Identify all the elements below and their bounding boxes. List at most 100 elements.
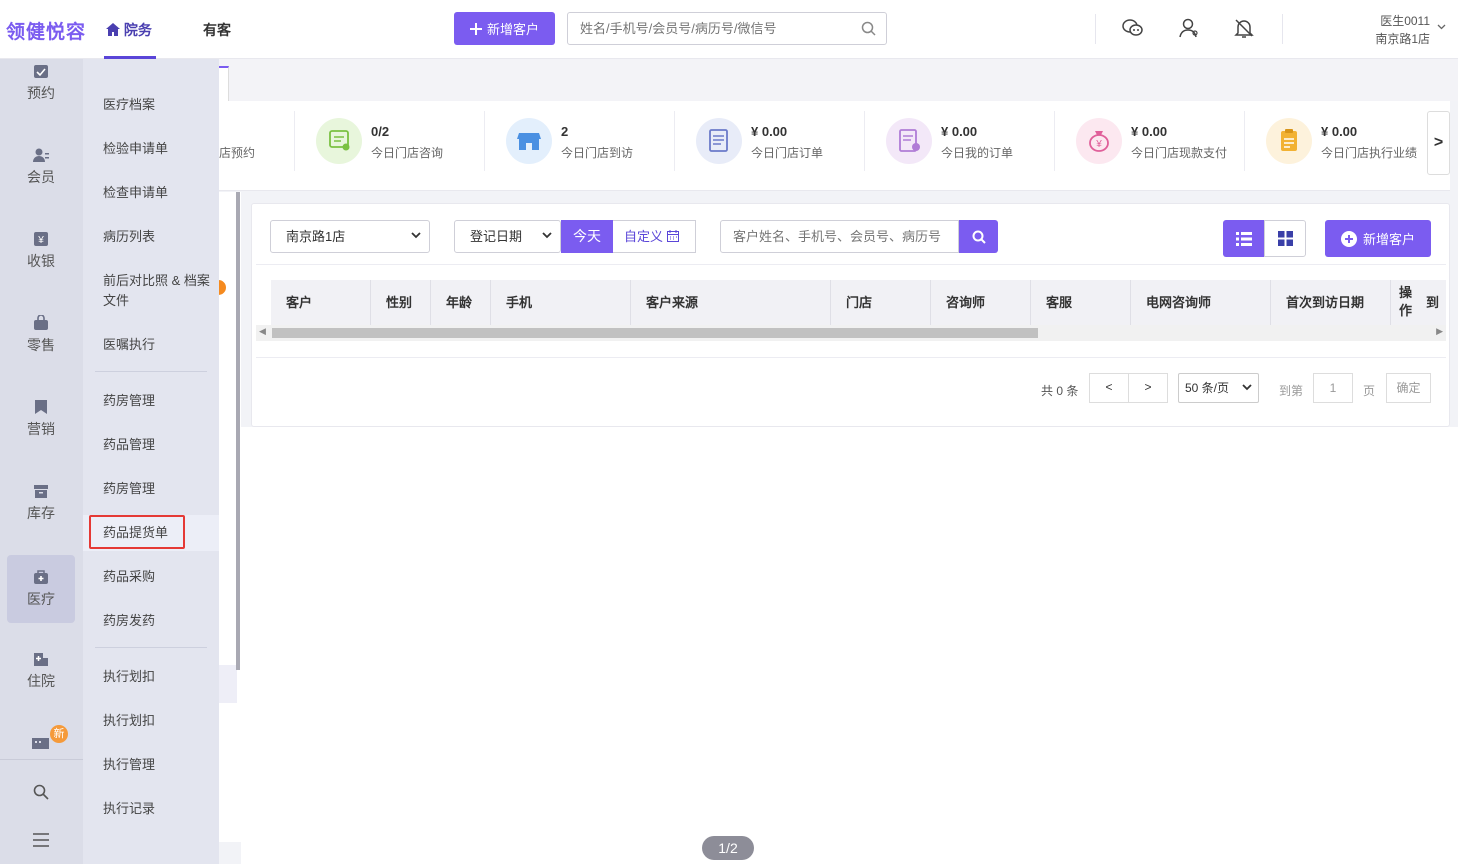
- column-header-gender[interactable]: 性别: [371, 280, 431, 325]
- divider: [1244, 111, 1245, 171]
- submenu-item-deduction-2[interactable]: 执行划扣: [103, 711, 213, 731]
- submenu-item-photo-compare[interactable]: 前后对比照 & 档案文件: [103, 271, 211, 311]
- sidebar-item-marketing[interactable]: 营销: [7, 393, 75, 461]
- column-header-online-consultant[interactable]: 电网咨询师: [1131, 280, 1271, 325]
- grid-icon: [1277, 231, 1293, 246]
- scroll-left-icon[interactable]: ◀: [259, 326, 266, 337]
- stat-card-visits[interactable]: 2 今日门店到访: [506, 101, 676, 191]
- divider: [294, 111, 295, 171]
- chevron-down-icon[interactable]: [1437, 24, 1446, 30]
- active-tab[interactable]: [219, 66, 229, 101]
- sidebar-item-medical[interactable]: 医疗: [7, 555, 75, 623]
- nav-tab-yuanwu[interactable]: 院务: [106, 20, 152, 40]
- column-header-customer[interactable]: 客户: [271, 280, 371, 325]
- scroll-right-icon[interactable]: ▶: [1436, 326, 1443, 337]
- search-icon[interactable]: [33, 784, 49, 800]
- submenu-item-execution-log[interactable]: 执行记录: [103, 799, 213, 819]
- scrollbar-thumb[interactable]: [272, 328, 1038, 338]
- vertical-scrollbar[interactable]: [236, 192, 240, 670]
- stat-card-store-orders[interactable]: ¥ 0.00 今日门店订单: [696, 101, 866, 191]
- stats-next-button[interactable]: >: [1427, 111, 1450, 175]
- svg-text:¥: ¥: [37, 235, 44, 246]
- stat-card-cash-payment[interactable]: ¥ ¥ 0.00 今日门店现款支付: [1076, 101, 1246, 191]
- nav-tab-label: 院务: [123, 22, 152, 38]
- sidebar-item-hospital[interactable]: 住院: [7, 645, 75, 713]
- user-menu[interactable]: 医生0011 南京路1店: [1360, 12, 1430, 48]
- submenu-item-deduction[interactable]: 执行划扣: [103, 667, 213, 687]
- wechat-icon[interactable]: [1122, 18, 1144, 38]
- page-number-input[interactable]: 1: [1313, 373, 1353, 403]
- next-page-button[interactable]: >: [1128, 373, 1168, 403]
- store-select[interactable]: 南京路1店: [270, 220, 430, 253]
- stat-card-execution[interactable]: ¥ 0.00 今日门店执行业绩: [1266, 101, 1446, 191]
- nav-tab-youke[interactable]: 有客: [203, 20, 231, 40]
- page-size-select[interactable]: 50 条/页: [1178, 373, 1259, 403]
- column-header-consultant[interactable]: 咨询师: [931, 280, 1031, 325]
- divider: [1282, 14, 1283, 44]
- medical-kit-icon: [34, 570, 48, 584]
- shop-icon[interactable]: [32, 735, 49, 749]
- sidebar-item-appointment[interactable]: 预约: [7, 57, 75, 125]
- global-search-input[interactable]: [568, 13, 848, 44]
- menu-icon[interactable]: [33, 833, 49, 847]
- clipboard-icon: [1266, 118, 1312, 164]
- table-header: 客户 性别 年龄 手机 客户来源 门店 咨询师 客服 电网咨询师 首次到访日期 …: [271, 280, 1446, 325]
- submenu-item-drug-mgmt[interactable]: 药品管理: [103, 435, 213, 455]
- calendar-icon: [666, 230, 679, 242]
- column-header-store[interactable]: 门店: [831, 280, 931, 325]
- home-icon: [106, 23, 120, 36]
- date-type-select[interactable]: 登记日期: [454, 220, 561, 253]
- svg-text:¥: ¥: [1095, 139, 1102, 150]
- submenu-item-order-execution[interactable]: 医嘱执行: [103, 335, 213, 355]
- column-header-age[interactable]: 年龄: [431, 280, 491, 325]
- submenu-item-drug-purchase[interactable]: 药品采购: [103, 567, 213, 587]
- search-icon[interactable]: [861, 21, 876, 36]
- user-name: 医生0011: [1380, 14, 1430, 28]
- list-view-button[interactable]: [1223, 220, 1264, 257]
- customer-search-input[interactable]: [721, 221, 951, 252]
- stat-label: 店预约: [219, 146, 256, 160]
- stat-label: 今日门店现款支付: [1131, 146, 1228, 160]
- goto-confirm-button[interactable]: 确定: [1386, 373, 1431, 403]
- app-logo[interactable]: 领健悦容: [6, 17, 86, 44]
- submenu-item-dispensing[interactable]: 药房发药: [103, 611, 213, 631]
- user-profile-icon[interactable]: [1179, 18, 1199, 38]
- submenu-item-pharmacy-mgmt-2[interactable]: 药房管理: [103, 479, 213, 499]
- submenu-item-case-list[interactable]: 病历列表: [103, 227, 213, 247]
- notification-off-icon[interactable]: [1234, 18, 1254, 39]
- chevron-down-icon: [1242, 384, 1252, 391]
- stat-card-consult[interactable]: 0/2 今日门店咨询: [316, 101, 486, 191]
- column-header-source[interactable]: 客户来源: [631, 280, 831, 325]
- highlight-box: [89, 515, 185, 549]
- grid-view-button[interactable]: [1264, 220, 1306, 257]
- prev-page-button[interactable]: <: [1089, 373, 1129, 403]
- submenu-item-execution-mgmt[interactable]: 执行管理: [103, 755, 213, 775]
- column-header-actions[interactable]: 操作: [1391, 280, 1421, 325]
- custom-date-button[interactable]: 自定义: [613, 220, 696, 253]
- stat-card-appointments[interactable]: 店预约: [219, 101, 279, 191]
- global-search[interactable]: [567, 12, 887, 45]
- column-header-arrival[interactable]: 到: [1421, 280, 1446, 325]
- submenu-item-exam-request[interactable]: 检查申请单: [103, 183, 213, 203]
- list-icon: [1235, 231, 1252, 246]
- horizontal-scrollbar[interactable]: ◀ ▶: [256, 325, 1446, 341]
- add-customer-top-button[interactable]: 新增客户: [454, 12, 555, 45]
- sidebar-item-members[interactable]: 会员: [7, 141, 75, 209]
- sidebar-item-cashier[interactable]: ¥ 收银: [7, 225, 75, 293]
- today-button[interactable]: 今天: [561, 220, 613, 253]
- column-header-phone[interactable]: 手机: [491, 280, 631, 325]
- sidebar-item-retail[interactable]: 零售: [7, 309, 75, 377]
- customer-search-button[interactable]: [959, 220, 998, 253]
- add-customer-button[interactable]: 新增客户: [1325, 220, 1431, 257]
- submenu-item-pharmacy-mgmt[interactable]: 药房管理: [103, 391, 213, 411]
- submenu-item-medical-records[interactable]: 医疗档案: [103, 95, 213, 115]
- pagination-total: 共 0 条: [1041, 384, 1079, 398]
- chevron-down-icon: [542, 232, 552, 239]
- sidebar-item-inventory[interactable]: 库存: [7, 477, 75, 545]
- customer-search[interactable]: [720, 220, 959, 253]
- submenu-item-lab-request[interactable]: 检验申请单: [103, 139, 213, 159]
- divider: [864, 111, 865, 171]
- stat-card-my-orders[interactable]: ¥ 0.00 今日我的订单: [886, 101, 1056, 191]
- column-header-first-visit[interactable]: 首次到访日期: [1271, 280, 1391, 325]
- column-header-service[interactable]: 客服: [1031, 280, 1131, 325]
